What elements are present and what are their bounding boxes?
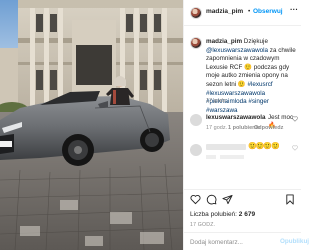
follow-button[interactable]: Obserwuj xyxy=(253,8,283,15)
more-options-icon[interactable]: ··· xyxy=(290,5,298,14)
comment-input[interactable] xyxy=(190,237,270,247)
comment2-timestamp-placeholder xyxy=(206,155,216,159)
caption-avatar[interactable] xyxy=(190,37,202,49)
comment2-avatar[interactable] xyxy=(190,144,202,156)
comment-avatar[interactable] xyxy=(190,114,202,126)
likes-count[interactable]: Liczba polubień: 2 679 xyxy=(190,211,255,218)
caption-mention[interactable]: @lexuswarszawawola xyxy=(206,47,268,54)
share-icon[interactable] xyxy=(222,194,233,205)
likes-label: Liczba polubień: xyxy=(190,211,239,218)
comment-username[interactable]: lexuswarszawawola xyxy=(206,114,266,121)
post-photo[interactable] xyxy=(0,0,183,250)
separator-dot: • xyxy=(248,8,251,15)
comment-reply-button[interactable]: Odpowiedz xyxy=(254,125,283,131)
post-header: madzia_pim • Obserwuj ··· xyxy=(184,0,301,26)
comment-icon[interactable] xyxy=(206,194,217,205)
caption-text-before: Dziękuje xyxy=(242,38,268,45)
add-comment-bar: Opublikuj xyxy=(184,232,309,250)
bookmark-icon[interactable] xyxy=(285,194,295,205)
caption-username[interactable]: madzia_pim xyxy=(206,38,242,45)
post-date[interactable]: 17 GODZ. xyxy=(190,222,215,228)
action-bar xyxy=(184,189,301,209)
comment-timestamp[interactable]: 17 godz. xyxy=(206,125,227,131)
comment2-text: 🙂🙂🙂🙂 xyxy=(248,143,280,150)
comments-section[interactable]: madzia_pim Dziękuje @lexuswarszawawola z… xyxy=(184,27,301,188)
caption-timestamp[interactable]: 17 godz. xyxy=(206,98,227,104)
likes-value[interactable]: 2 679 xyxy=(239,211,255,218)
photo-scene xyxy=(0,0,183,250)
publish-button[interactable]: Opublikuj xyxy=(280,238,309,245)
heart-icon[interactable] xyxy=(190,194,201,205)
comment2-username-placeholder xyxy=(206,144,246,150)
post-panel: madzia_pim • Obserwuj ··· madzia_pim Dzi… xyxy=(183,0,309,250)
comment2-reply-placeholder xyxy=(220,155,244,159)
comment-heart-icon[interactable] xyxy=(292,116,298,122)
comment2-heart-icon[interactable] xyxy=(292,145,298,151)
author-username[interactable]: madzia_pim xyxy=(206,8,243,15)
avatar[interactable] xyxy=(190,7,202,19)
